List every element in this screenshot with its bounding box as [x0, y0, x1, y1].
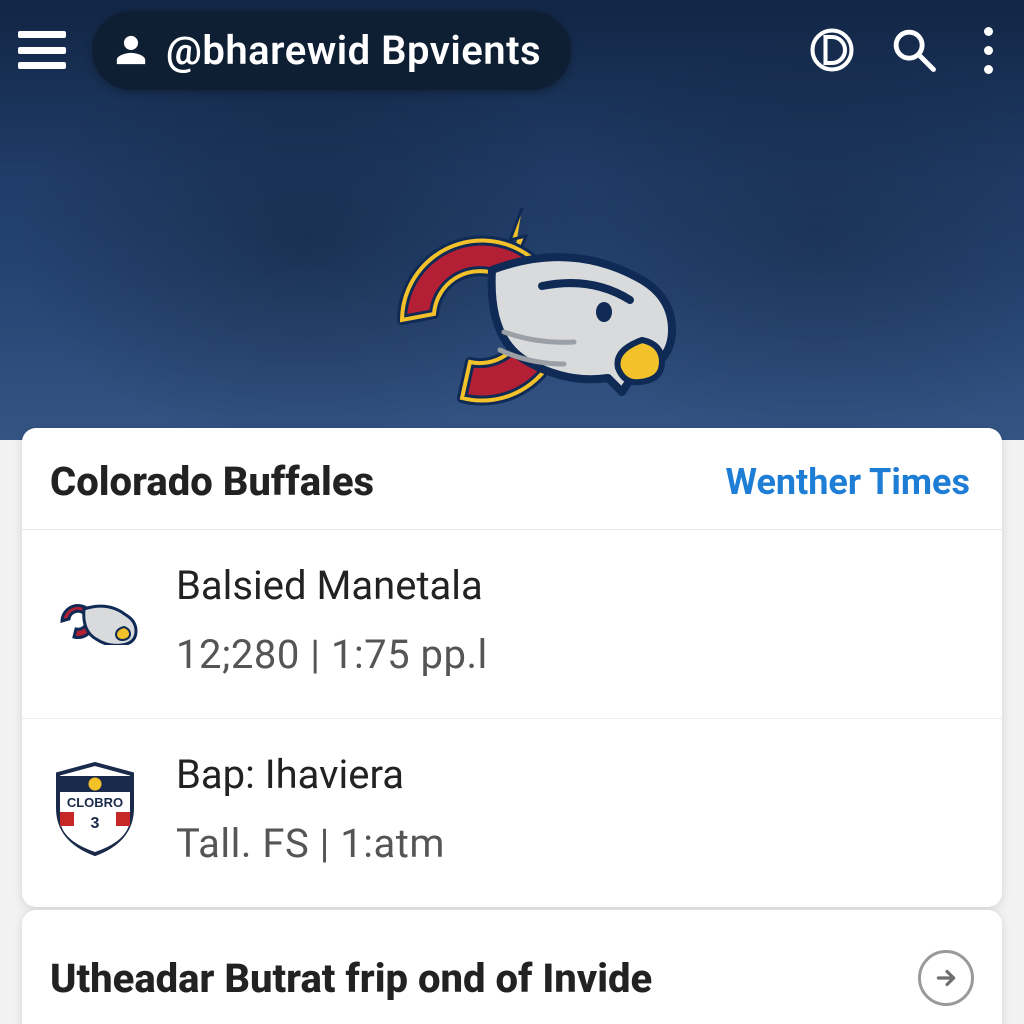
- person-icon: [114, 33, 148, 67]
- row-title: Balsied Manetala: [176, 562, 488, 609]
- arrow-right-icon[interactable]: [918, 950, 974, 1006]
- shield-text: CLOBRO: [67, 795, 123, 810]
- row-text: Bap: Ihaviera Tall. FS | 1:atm: [176, 751, 445, 867]
- list-item[interactable]: Balsied Manetala 12;280 | 1:75 pp.l: [22, 530, 1002, 718]
- top-bar: @bharewid Bpvients: [0, 0, 1024, 100]
- app-root: @bharewid Bpvients: [0, 0, 1024, 1024]
- search-input[interactable]: @bharewid Bpvients: [92, 11, 571, 90]
- team-card: Colorado Buffales Wenther Times Balsied …: [22, 428, 1002, 907]
- team-name: Colorado Buffales: [50, 458, 374, 505]
- svg-text:3: 3: [91, 815, 100, 832]
- card-header: Colorado Buffales Wenther Times: [22, 428, 1002, 530]
- row-meta: 12;280 | 1:75 pp.l: [176, 631, 488, 678]
- news-card[interactable]: Utheadar Butrat frip ond of Invide: [22, 910, 1002, 1024]
- menu-icon[interactable]: [18, 31, 66, 69]
- wenther-times-link[interactable]: Wenther Times: [725, 461, 970, 503]
- row-shield-logo: CLOBRO 3: [50, 762, 140, 856]
- hero-banner: @bharewid Bpvients: [0, 0, 1024, 440]
- row-text: Balsied Manetala 12;280 | 1:75 pp.l: [176, 562, 488, 678]
- row-team-logo: [50, 595, 140, 645]
- row-meta: Tall. FS | 1:atm: [176, 820, 445, 867]
- team-logo: [342, 200, 682, 430]
- news-headline: Utheadar Butrat frip ond of Invide: [50, 955, 652, 1002]
- list-item[interactable]: CLOBRO 3 Bap: Ihaviera Tall. FS | 1:atm: [22, 718, 1002, 907]
- search-text: @bharewid Bpvients: [166, 27, 541, 74]
- row-title: Bap: Ihaviera: [176, 751, 445, 798]
- brand-d-icon[interactable]: [804, 22, 860, 78]
- more-icon[interactable]: [968, 27, 1008, 74]
- search-icon[interactable]: [886, 22, 942, 78]
